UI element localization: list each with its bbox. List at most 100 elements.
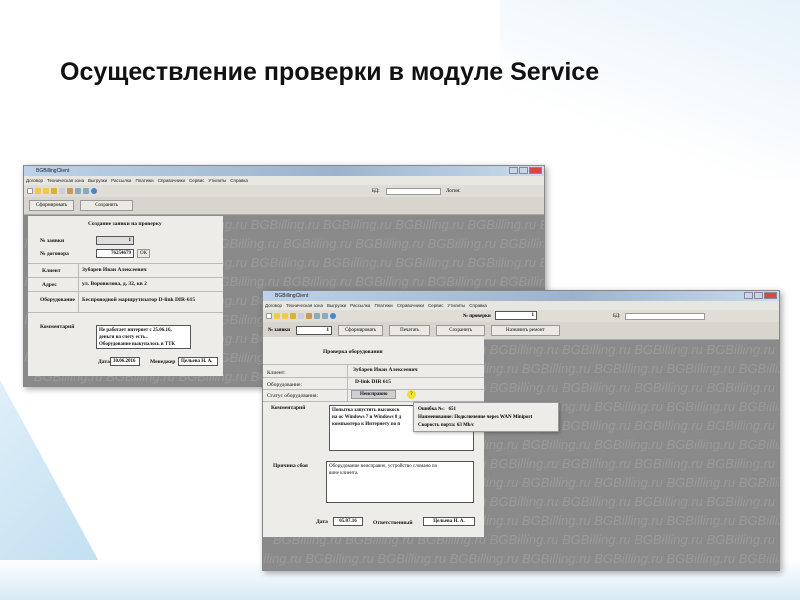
maximize-button[interactable] xyxy=(519,167,528,174)
document-icon[interactable] xyxy=(298,313,304,319)
folder-icon[interactable] xyxy=(282,313,288,319)
responsible-field[interactable]: Цельева Н. А. xyxy=(423,517,475,526)
maximize-button[interactable] xyxy=(754,292,763,299)
equipment-label: Оборудование xyxy=(40,297,75,303)
minimize-button[interactable] xyxy=(744,292,753,299)
request-no-input[interactable]: 1 xyxy=(295,326,332,335)
contract-no-input[interactable]: 76254679 xyxy=(96,249,134,258)
warning-icon[interactable] xyxy=(67,188,73,194)
globe-icon[interactable] xyxy=(91,188,97,194)
menu-item[interactable]: Справочники xyxy=(397,301,424,310)
document-icon[interactable] xyxy=(59,188,65,194)
monitor-icon[interactable] xyxy=(314,313,320,319)
form-button[interactable]: Сформировать xyxy=(337,325,384,336)
background-decoration xyxy=(500,0,800,180)
name-value: Подключение через WAN Miniport xyxy=(454,415,533,420)
cause-label: Причина сбоя xyxy=(273,463,308,469)
form-heading: Создание заявки на проверку xyxy=(88,221,162,227)
monitor-icon[interactable] xyxy=(75,188,81,194)
warning-icon[interactable] xyxy=(306,313,312,319)
request-form: Создание заявки на проверку № заявки 1 №… xyxy=(28,216,223,376)
error-label: Ошибка №: xyxy=(418,407,445,412)
menu-item[interactable]: Сервис xyxy=(189,176,204,185)
client-value: Зубарев Иван Алексеевич xyxy=(353,367,418,373)
cause-line: Оборудование неисправно, устройство слом… xyxy=(329,464,438,469)
name-label: Наименование: xyxy=(418,415,453,420)
manager-field[interactable]: Цельева Н. А. xyxy=(178,357,218,366)
form-heading: Проверка оборудования xyxy=(323,349,383,355)
manager-label: Менеджер xyxy=(150,359,176,365)
menu-item[interactable]: Выгрузки xyxy=(327,301,346,310)
assign-repair-button[interactable]: Назначить ремонт xyxy=(491,325,560,336)
coins-icon[interactable] xyxy=(51,188,57,194)
address-label: Адрес xyxy=(42,282,57,288)
check-no-field[interactable]: 1 xyxy=(495,311,537,320)
request-no-field: 1 xyxy=(96,236,134,245)
date-field[interactable]: 05.07.16 xyxy=(333,517,363,526)
db-label: БД: xyxy=(372,188,380,194)
menu-bar: Договор Техническая зона Выгрузки Рассылка П… xyxy=(263,301,779,310)
folder-icon[interactable] xyxy=(274,313,280,319)
menu-item[interactable]: Утилиты xyxy=(447,301,465,310)
monitor-icon[interactable] xyxy=(83,188,89,194)
client-label: Клиент: xyxy=(267,370,286,376)
minimize-button[interactable] xyxy=(509,167,518,174)
form-button[interactable]: Сформировать xyxy=(29,200,75,211)
folder-icon[interactable] xyxy=(35,188,41,194)
client-value: Зубарев Иван Алексеевич xyxy=(82,267,147,273)
save-button[interactable]: Сохранить xyxy=(80,200,133,211)
menu-item[interactable]: Справка xyxy=(469,301,487,310)
close-button[interactable] xyxy=(764,292,777,299)
menu-item[interactable]: Справочники xyxy=(158,176,185,185)
ok-button[interactable]: ОК xyxy=(137,249,150,258)
monitor-icon[interactable] xyxy=(322,313,328,319)
watermark-row: BGBilling.ru BGBilling.ru BGBilling.ru B… xyxy=(273,568,779,570)
folder-icon[interactable] xyxy=(43,188,49,194)
menu-item[interactable]: Справка xyxy=(230,176,248,185)
billing-window-check: BGBillingClient Договор Техническая зона В… xyxy=(262,290,780,571)
equipment-value: D-link DIR 615 xyxy=(355,379,392,385)
menu-item[interactable]: Сервис xyxy=(428,301,443,310)
cause-textarea[interactable]: Оборудование неисправно, устройство слом… xyxy=(326,461,474,503)
globe-icon[interactable] xyxy=(330,313,336,319)
menu-item[interactable]: Платежи xyxy=(135,176,153,185)
new-icon[interactable] xyxy=(27,188,33,194)
watermark-row: BGBilling.ru BGBilling.ru BGBilling.ru B… xyxy=(263,551,779,566)
comment-textarea[interactable]: Не работает интернет с 25.06.16, деньги н… xyxy=(96,325,191,349)
slide-title: Осуществление проверки в модуле Service xyxy=(60,58,600,86)
menu-item[interactable]: Техническая зона xyxy=(47,176,84,185)
date-label: Дата xyxy=(98,359,110,365)
db-select[interactable] xyxy=(625,312,705,320)
menu-item[interactable]: Утилиты xyxy=(208,176,226,185)
status-button[interactable]: Неисправно xyxy=(351,390,397,399)
date-label: Дата xyxy=(316,519,328,525)
menu-item[interactable]: Выгрузки xyxy=(88,176,107,185)
toolbar: № проверки 1 БД: xyxy=(263,310,779,322)
equipment-label: Оборудование: xyxy=(267,382,302,388)
window-title: BGBillingClient xyxy=(275,293,309,299)
contract-no-label: № договора xyxy=(40,251,69,257)
cause-line: вине клиента. xyxy=(329,471,359,476)
speed-value: 63 Mb/c xyxy=(456,423,475,428)
help-icon[interactable]: ? xyxy=(407,390,416,399)
save-button[interactable]: Сохранить xyxy=(436,325,486,336)
close-button[interactable] xyxy=(529,167,542,174)
responsible-label: Ответственный xyxy=(373,520,413,526)
db-select[interactable] xyxy=(386,187,441,195)
login-label: Логин: xyxy=(446,188,461,194)
comment-line: деньги на счету есть.. xyxy=(99,335,148,340)
date-field[interactable]: 30.06.2016 xyxy=(110,357,140,366)
menu-item[interactable]: Платежи xyxy=(374,301,392,310)
speed-label: Скорость порта: xyxy=(418,423,456,428)
equipment-value: Беспроводной маршрутизатор D-link DIR-61… xyxy=(82,297,196,303)
menu-item[interactable]: Техническая зона xyxy=(286,301,323,310)
client-label: Клиент xyxy=(42,268,61,274)
new-icon[interactable] xyxy=(266,313,272,319)
coins-icon[interactable] xyxy=(290,313,296,319)
menu-item[interactable]: Рассылка xyxy=(350,301,370,310)
menu-item[interactable]: Договор xyxy=(265,301,282,310)
print-button[interactable]: Печатать xyxy=(389,325,431,336)
check-no-label: № проверки xyxy=(463,313,491,319)
menu-item[interactable]: Рассылка xyxy=(111,176,131,185)
menu-item[interactable]: Договор xyxy=(26,176,43,185)
